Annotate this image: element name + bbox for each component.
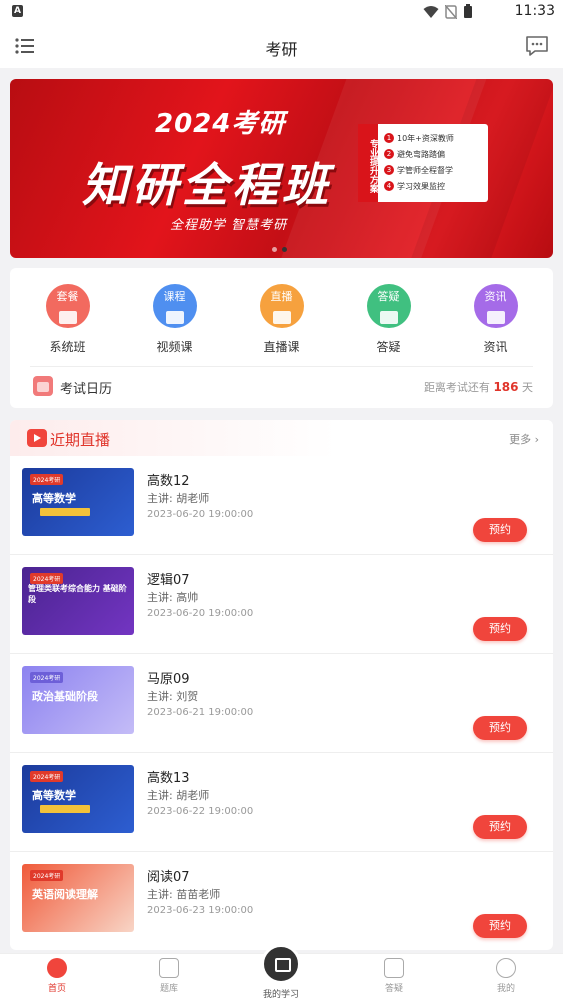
chat-bubble-icon[interactable] bbox=[525, 35, 549, 57]
course-time: 2023-06-22 19:00:00 bbox=[147, 806, 254, 817]
banner-feature: 4 学习效果监控 bbox=[384, 178, 454, 194]
course-time: 2023-06-20 19:00:00 bbox=[147, 608, 254, 619]
exam-calendar-label: 考试日历 bbox=[60, 382, 113, 397]
qa-chat-icon: 答疑 bbox=[366, 284, 411, 328]
live-icon: 直播 bbox=[259, 284, 304, 328]
tab-home[interactable]: 首页 bbox=[17, 958, 97, 994]
countdown-days: 186 bbox=[493, 380, 519, 394]
more-link[interactable]: 更多 › bbox=[509, 431, 539, 447]
tab-qa[interactable]: 答疑 bbox=[354, 958, 434, 994]
course-teacher: 主讲: 胡老师 bbox=[147, 492, 210, 505]
nav-item-news[interactable]: 资讯 资讯 bbox=[456, 284, 536, 355]
banner-feature-box: 专业提升方案 1 10年+资深教师 2 避免弯路踏偏 3 学管师全程督学 4 学习效果监… bbox=[358, 124, 488, 202]
calendar-icon bbox=[33, 376, 53, 396]
quick-nav-card: 套餐 系统班 课程 视频课 直播 直播课 答疑 答疑 资讯 资讯 考试日历 距离… bbox=[10, 268, 553, 408]
banner-side-label: 专业提升方案 bbox=[358, 124, 378, 202]
course-thumbnail: 2024考研 英语阅读理解 bbox=[22, 864, 134, 932]
live-course-row[interactable]: 2024考研 高等数学 高数13 主讲: 胡老师 2023-06-22 19:0… bbox=[10, 753, 553, 852]
nav-label: 视频课 bbox=[156, 340, 193, 354]
carousel-dot[interactable] bbox=[272, 247, 277, 252]
course-time: 2023-06-23 19:00:00 bbox=[147, 905, 254, 916]
banner-feature: 1 10年+资深教师 bbox=[384, 130, 454, 146]
wifi-icon bbox=[423, 5, 439, 18]
exam-countdown: 距离考试还有 186 天 bbox=[423, 380, 533, 394]
page-title: 考研 bbox=[265, 40, 298, 59]
nav-label: 系统班 bbox=[49, 340, 86, 354]
banner-year: 2024考研 bbox=[155, 109, 286, 139]
course-time: 2023-06-21 19:00:00 bbox=[147, 707, 254, 718]
section-header: 近期直播 更多 › bbox=[10, 420, 553, 456]
tab-me[interactable]: 我的 bbox=[466, 958, 546, 994]
recent-live-section: 近期直播 更多 › 2024考研 高等数学 高数12 主讲: 胡老师 2023-… bbox=[10, 420, 553, 950]
banner-feature: 3 学管师全程督学 bbox=[384, 162, 454, 178]
chat-icon bbox=[384, 958, 404, 978]
banner-feature-list: 1 10年+资深教师 2 避免弯路踏偏 3 学管师全程督学 4 学习效果监控 bbox=[378, 124, 454, 202]
play-icon[interactable] bbox=[261, 944, 301, 984]
nav-item-qa[interactable]: 答疑 答疑 bbox=[349, 284, 429, 355]
course-time: 2023-06-20 19:00:00 bbox=[147, 509, 254, 520]
reserve-button[interactable]: 预约 bbox=[473, 914, 527, 938]
video-play-icon: 课程 bbox=[152, 284, 197, 328]
banner-feature: 2 避免弯路踏偏 bbox=[384, 146, 454, 162]
course-teacher: 主讲: 胡老师 bbox=[147, 789, 210, 802]
reserve-button[interactable]: 预约 bbox=[473, 617, 527, 641]
app-notification-icon: A bbox=[12, 5, 23, 17]
nav-label: 直播课 bbox=[263, 340, 300, 354]
banner-title: 知研全程班 bbox=[82, 158, 332, 212]
carousel-dots[interactable] bbox=[272, 247, 287, 252]
nav-item-live-course[interactable]: 直播 直播课 bbox=[242, 284, 322, 355]
live-course-row[interactable]: 2024考研 政治基础阶段 马原09 主讲: 刘贺 2023-06-21 19:… bbox=[10, 654, 553, 753]
carousel-dot-active[interactable] bbox=[282, 247, 287, 252]
promo-banner[interactable]: 2024考研 知研全程班 全程助学 智慧考研 专业提升方案 1 10年+资深教师 … bbox=[10, 79, 553, 258]
clock: 11:33 bbox=[514, 3, 555, 19]
home-icon bbox=[47, 958, 67, 978]
status-bar: A 11:33 bbox=[0, 0, 563, 24]
course-name: 逻辑07 bbox=[147, 573, 190, 588]
tab-my-study[interactable]: 我的学习 bbox=[251, 987, 311, 1000]
nav-item-system-class[interactable]: 套餐 系统班 bbox=[28, 284, 108, 355]
reserve-button[interactable]: 预约 bbox=[473, 815, 527, 839]
graduation-cap-icon: 套餐 bbox=[45, 284, 90, 328]
nav-label: 资讯 bbox=[483, 340, 508, 354]
live-course-row[interactable]: 2024考研 管理类联考综合能力 基础阶段 逻辑07 主讲: 高帅 2023-0… bbox=[10, 555, 553, 654]
app-header: 考研 bbox=[0, 24, 563, 68]
reserve-button[interactable]: 预约 bbox=[473, 716, 527, 740]
live-course-row[interactable]: 2024考研 高等数学 高数12 主讲: 胡老师 2023-06-20 19:0… bbox=[10, 456, 553, 555]
course-name: 高数12 bbox=[147, 474, 190, 489]
course-teacher: 主讲: 刘贺 bbox=[147, 690, 199, 703]
news-icon: 资讯 bbox=[473, 284, 518, 328]
user-icon bbox=[496, 958, 516, 978]
no-sim-icon bbox=[445, 4, 457, 19]
course-name: 高数13 bbox=[147, 771, 190, 786]
section-title: 近期直播 bbox=[50, 431, 111, 449]
live-course-row[interactable]: 2024考研 英语阅读理解 阅读07 主讲: 苗苗老师 2023-06-23 1… bbox=[10, 852, 553, 950]
course-name: 马原09 bbox=[147, 672, 190, 687]
banner-subtitle: 全程助学 智慧考研 bbox=[170, 218, 288, 233]
course-thumbnail: 2024考研 高等数学 bbox=[22, 765, 134, 833]
nav-item-video-course[interactable]: 课程 视频课 bbox=[135, 284, 215, 355]
exam-calendar-row[interactable]: 考试日历 距离考试还有 186 天 bbox=[30, 366, 533, 406]
course-thumbnail: 2024考研 政治基础阶段 bbox=[22, 666, 134, 734]
course-teacher: 主讲: 苗苗老师 bbox=[147, 888, 221, 901]
status-icons bbox=[423, 4, 473, 19]
quick-nav: 套餐 系统班 课程 视频课 直播 直播课 答疑 答疑 资讯 资讯 bbox=[10, 284, 553, 355]
course-name: 阅读07 bbox=[147, 870, 190, 885]
nav-label: 答疑 bbox=[376, 340, 401, 354]
battery-icon bbox=[464, 4, 472, 18]
course-thumbnail: 2024考研 管理类联考综合能力 基础阶段 bbox=[22, 567, 134, 635]
course-thumbnail: 2024考研 高等数学 bbox=[22, 468, 134, 536]
tv-play-icon bbox=[27, 429, 47, 447]
tab-question-bank[interactable]: 题库 bbox=[129, 958, 209, 994]
edit-icon bbox=[159, 958, 179, 978]
reserve-button[interactable]: 预约 bbox=[473, 518, 527, 542]
course-teacher: 主讲: 高帅 bbox=[147, 591, 199, 604]
